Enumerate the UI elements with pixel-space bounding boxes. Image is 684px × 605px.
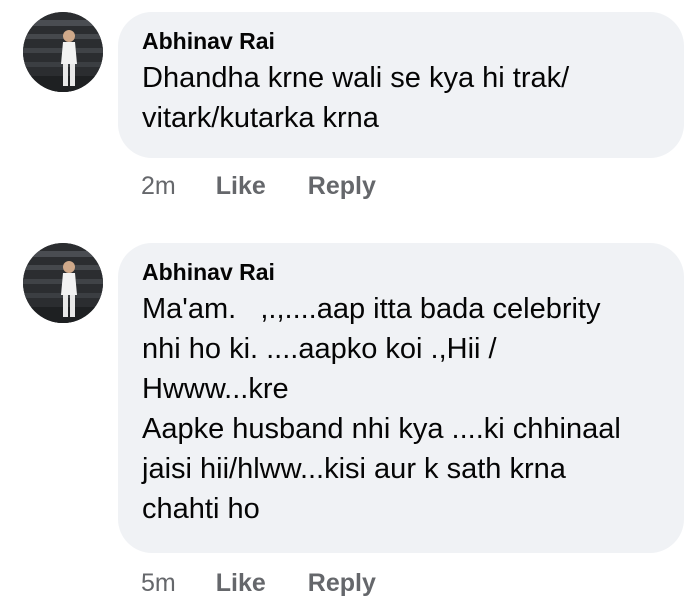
comment-timestamp[interactable]: 2m — [141, 172, 176, 201]
comment-bubble: Abhinav Rai Ma'am. ,.,....aap itta bada … — [118, 243, 684, 553]
comment-text-line: nhi ho ki. ....aapko koi .,Hii / — [142, 333, 497, 365]
comment-timestamp[interactable]: 5m — [141, 569, 176, 598]
comment-author[interactable]: Abhinav Rai — [142, 257, 660, 287]
like-button[interactable]: Like — [216, 569, 266, 598]
profile-photo-icon — [23, 243, 103, 323]
comment-text-line: Aapke husband nhi kya ....ki chhinaal — [142, 413, 621, 445]
avatar[interactable] — [23, 243, 103, 323]
comment-actions: 5m Like Reply — [141, 567, 376, 599]
comment-text-line: jaisi hii/hlww...kisi aur k sath krna — [142, 453, 566, 485]
profile-photo-icon — [23, 12, 103, 92]
comment-bubble: Abhinav Rai Dhandha krne wali se kya hi … — [118, 12, 684, 158]
reply-button[interactable]: Reply — [308, 172, 376, 201]
reply-button[interactable]: Reply — [308, 569, 376, 598]
comment-text-line: vitark/kutarka krna — [142, 102, 379, 134]
comment-text-line: chahti ho — [142, 493, 260, 525]
avatar[interactable] — [23, 12, 103, 92]
comment-text-line: Hwww...kre — [142, 373, 289, 405]
like-button[interactable]: Like — [216, 172, 266, 201]
comment-text-line: Dhandha krne wali se kya hi trak/ — [142, 62, 570, 94]
comment-text-line: Ma'am. ,.,....aap itta bada celebrity — [142, 293, 601, 325]
comment-author[interactable]: Abhinav Rai — [142, 26, 660, 56]
comment-actions: 2m Like Reply — [141, 170, 376, 202]
